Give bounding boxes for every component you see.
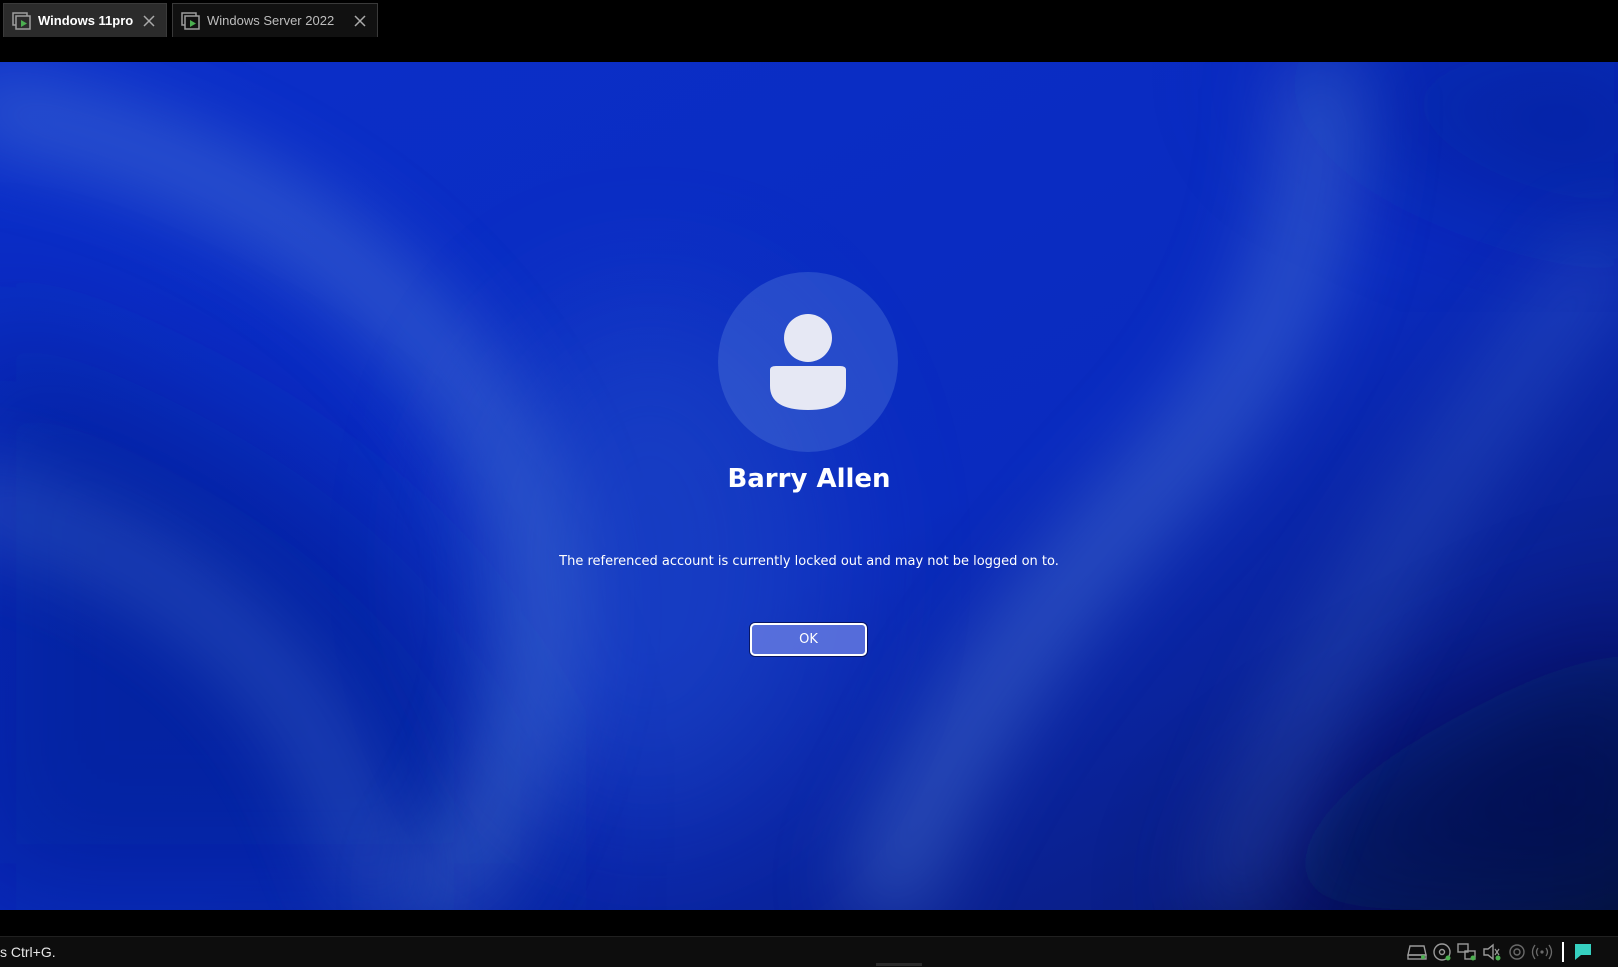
- status-bar: s Ctrl+G.: [0, 936, 1618, 967]
- status-hint-text: s Ctrl+G.: [0, 944, 56, 960]
- close-icon[interactable]: [138, 10, 160, 32]
- vm-display[interactable]: Barry Allen The referenced account is cu…: [0, 62, 1618, 910]
- sound-icon[interactable]: [1481, 941, 1503, 963]
- ok-button[interactable]: OK: [750, 623, 867, 656]
- vm-tab-bar: Windows 11pro Windows Server 2022: [0, 0, 1618, 62]
- vm-icon: [12, 11, 31, 30]
- user-avatar-icon: [770, 314, 846, 410]
- wireless-icon[interactable]: [1531, 941, 1553, 963]
- tab-windows-server-2022[interactable]: Windows Server 2022: [172, 3, 378, 37]
- vm-icon: [181, 11, 200, 30]
- tab-label: Windows 11pro: [38, 13, 134, 28]
- tab-label: Windows Server 2022: [207, 13, 335, 28]
- network-icon[interactable]: [1456, 941, 1478, 963]
- tray-separator: [1562, 942, 1564, 962]
- message-icon[interactable]: [1572, 941, 1594, 963]
- device-tray: [1406, 939, 1618, 965]
- close-icon[interactable]: [349, 10, 371, 32]
- hard-disk-icon[interactable]: [1406, 941, 1428, 963]
- cd-dvd-icon[interactable]: [1431, 941, 1453, 963]
- user-avatar: [718, 272, 898, 452]
- tab-windows-11pro[interactable]: Windows 11pro: [3, 3, 167, 37]
- user-name: Barry Allen: [727, 464, 891, 494]
- lockout-message: The referenced account is currently lock…: [559, 554, 1059, 569]
- usb-icon[interactable]: [1506, 941, 1528, 963]
